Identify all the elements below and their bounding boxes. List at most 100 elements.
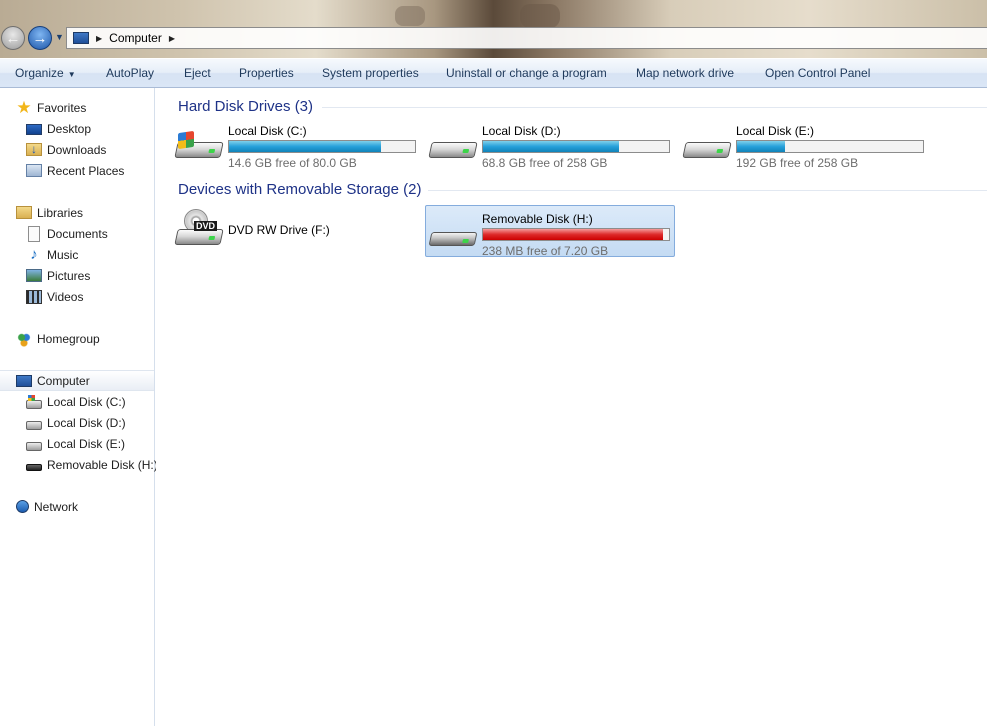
desktop-icon xyxy=(26,124,42,135)
nav-local-disk-d[interactable]: Local Disk (D:) xyxy=(26,412,126,433)
film-strip-icon xyxy=(26,289,42,304)
music-note-icon: ♪ xyxy=(30,245,38,263)
breadcrumb-computer[interactable]: Computer xyxy=(109,31,162,45)
nav-label: Favorites xyxy=(37,100,87,115)
drive-free-space: 68.8 GB free of 258 GB xyxy=(482,156,608,170)
navigation-pane: ★ Favorites Desktop Downloads Recent Pla… xyxy=(0,88,158,726)
nav-label: Downloads xyxy=(47,142,107,157)
chevron-down-icon: ▼ xyxy=(67,70,76,79)
recent-pages-dropdown[interactable]: ▼ xyxy=(55,32,64,42)
forward-button[interactable]: → xyxy=(28,26,52,50)
address-bar[interactable]: ▶ Computer ▶ xyxy=(66,27,987,49)
nav-label: Network xyxy=(34,499,79,514)
nav-removable-disk-h[interactable]: Removable Disk (H:) xyxy=(26,454,158,475)
nav-label: Libraries xyxy=(37,205,84,220)
map-network-drive-button[interactable]: Map network drive xyxy=(636,66,734,80)
nav-local-disk-c[interactable]: Local Disk (C:) xyxy=(26,391,126,412)
drive-tile-c[interactable]: Local Disk (C:) 14.6 GB free of 80.0 GB xyxy=(172,118,422,170)
computer-icon xyxy=(73,32,89,44)
nav-libraries[interactable]: Libraries xyxy=(16,202,83,223)
group-count: (2) xyxy=(403,181,422,198)
organize-label: Organize xyxy=(15,66,64,80)
drive-usage-fill xyxy=(229,141,382,152)
hard-drive-icon xyxy=(26,441,42,451)
nav-label: Homegroup xyxy=(37,331,100,346)
drive-name: Local Disk (E:) xyxy=(736,124,815,138)
open-control-panel-button[interactable]: Open Control Panel xyxy=(765,66,870,80)
nav-label: Computer xyxy=(37,373,90,388)
group-header-hard-disk-drives[interactable]: Hard Disk Drives (3) xyxy=(178,98,313,115)
drive-usage-fill xyxy=(483,141,620,152)
breadcrumb-arrow-icon[interactable]: ▶ xyxy=(96,34,102,43)
nav-label: Videos xyxy=(47,289,84,304)
drive-free-space: 14.6 GB free of 80.0 GB xyxy=(228,156,357,170)
homegroup-icon xyxy=(16,330,32,347)
eject-button[interactable]: Eject xyxy=(184,66,211,80)
nav-local-disk-e[interactable]: Local Disk (E:) xyxy=(26,433,125,454)
group-title: Devices with Removable Storage xyxy=(178,181,399,198)
nav-homegroup[interactable]: Homegroup xyxy=(16,328,100,349)
nav-label: Local Disk (C:) xyxy=(47,394,126,409)
drive-tile-f[interactable]: DVD DVD RW Drive (F:) xyxy=(172,205,422,257)
properties-button[interactable]: Properties xyxy=(239,66,294,80)
drive-usage-bar xyxy=(228,140,416,153)
nav-downloads[interactable]: Downloads xyxy=(26,139,106,160)
nav-label: Music xyxy=(47,247,79,262)
window-titlebar: ← → ▼ ▶ Computer ▶ xyxy=(0,0,987,58)
drive-tile-h[interactable]: Removable Disk (H:) 238 MB free of 7.20 … xyxy=(425,205,675,258)
nav-label: Local Disk (D:) xyxy=(47,415,126,430)
hard-drive-icon xyxy=(428,132,478,162)
group-title: Hard Disk Drives xyxy=(178,98,291,115)
group-divider xyxy=(428,190,987,191)
background-blur xyxy=(395,6,425,26)
nav-computer[interactable]: Computer xyxy=(0,370,154,391)
hard-drive-icon xyxy=(682,132,732,162)
drive-usage-bar xyxy=(482,140,670,153)
nav-label: Recent Places xyxy=(47,163,125,178)
hard-drive-icon xyxy=(26,420,42,430)
drive-tile-d[interactable]: Local Disk (D:) 68.8 GB free of 258 GB xyxy=(426,118,676,170)
nav-label: Pictures xyxy=(47,268,91,283)
drive-name: Local Disk (D:) xyxy=(482,124,561,138)
star-icon: ★ xyxy=(16,97,32,117)
organize-menu[interactable]: Organize ▼ xyxy=(15,66,76,80)
nav-label: Removable Disk (H:) xyxy=(47,457,158,472)
autoplay-button[interactable]: AutoPlay xyxy=(106,66,154,80)
windows-drive-icon xyxy=(174,130,224,162)
usb-drive-icon xyxy=(428,220,478,250)
nav-network[interactable]: Network xyxy=(16,496,78,517)
nav-music[interactable]: ♪ Music xyxy=(26,244,78,265)
drive-name: Local Disk (C:) xyxy=(228,124,307,138)
nav-desktop[interactable]: Desktop xyxy=(26,118,91,139)
drive-free-space: 238 MB free of 7.20 GB xyxy=(482,244,609,258)
system-properties-button[interactable]: System properties xyxy=(322,66,419,80)
computer-icon xyxy=(16,375,32,387)
pictures-icon xyxy=(26,269,42,282)
nav-label: Desktop xyxy=(47,121,92,136)
libraries-icon xyxy=(16,206,32,219)
nav-favorites[interactable]: ★ Favorites xyxy=(16,97,86,118)
drive-name: Removable Disk (H:) xyxy=(482,212,593,226)
usb-drive-icon xyxy=(26,464,42,471)
nav-documents[interactable]: Documents xyxy=(26,223,108,244)
nav-pictures[interactable]: Pictures xyxy=(26,265,90,286)
nav-videos[interactable]: Videos xyxy=(26,286,83,307)
content-pane: Hard Disk Drives (3) Local Disk (C:) 14.… xyxy=(156,88,987,726)
downloads-folder-icon xyxy=(26,142,42,156)
breadcrumb-arrow-icon[interactable]: ▶ xyxy=(169,34,175,43)
recent-places-icon xyxy=(26,164,42,177)
drive-usage-bar xyxy=(482,228,670,241)
group-header-removable-storage[interactable]: Devices with Removable Storage (2) xyxy=(178,181,421,198)
drive-usage-fill xyxy=(737,141,785,152)
group-count: (3) xyxy=(294,98,314,115)
back-button[interactable]: ← xyxy=(1,26,25,50)
nav-recent-places[interactable]: Recent Places xyxy=(26,160,124,181)
back-arrow-icon: ← xyxy=(5,29,21,47)
drive-tile-e[interactable]: Local Disk (E:) 192 GB free of 258 GB xyxy=(680,118,930,170)
nav-label: Local Disk (E:) xyxy=(47,436,126,451)
windows-drive-icon xyxy=(26,394,42,409)
nav-label: Documents xyxy=(47,226,108,241)
uninstall-program-button[interactable]: Uninstall or change a program xyxy=(446,66,607,80)
group-divider xyxy=(322,107,987,108)
drive-name: DVD RW Drive (F:) xyxy=(228,223,330,237)
